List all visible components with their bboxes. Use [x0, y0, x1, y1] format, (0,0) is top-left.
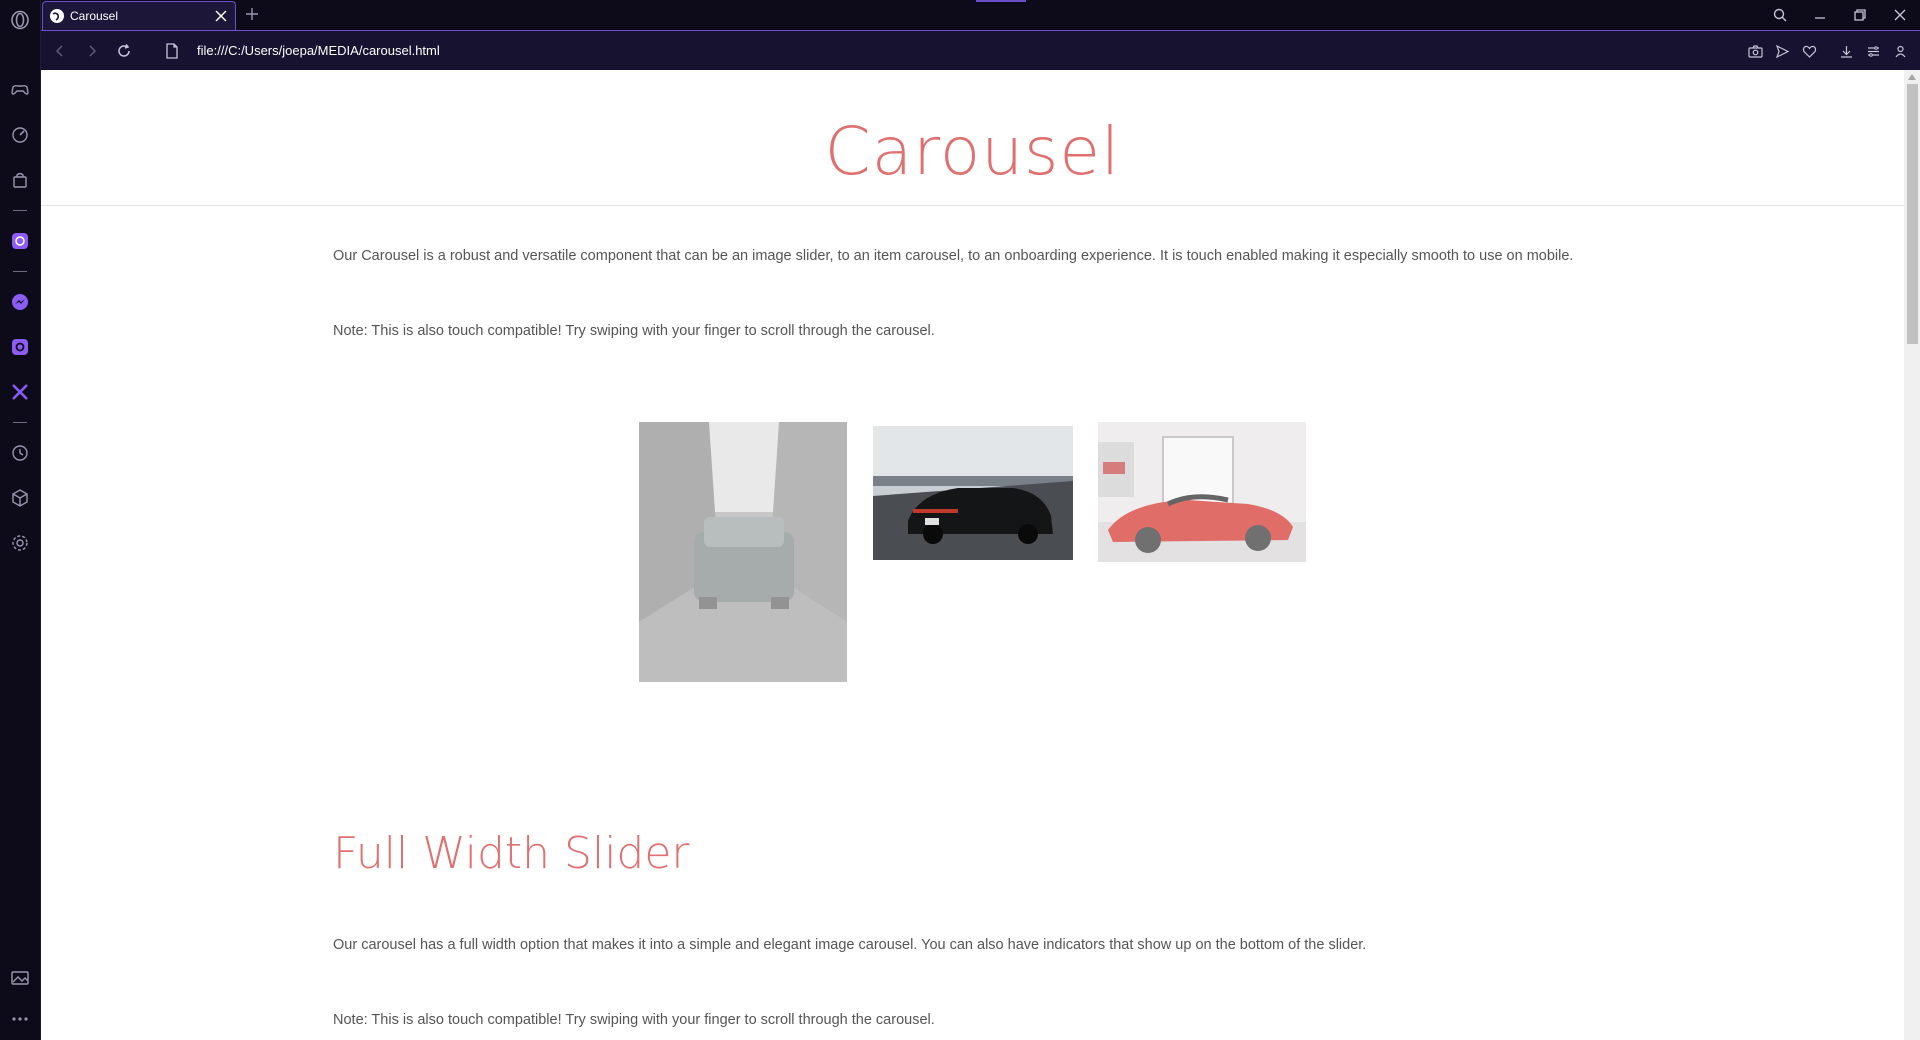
- intro-paragraph: Our Carousel is a robust and versatile c…: [333, 248, 1574, 264]
- x-twitter-icon[interactable]: [8, 380, 32, 404]
- scrollbar-thumb[interactable]: [1907, 84, 1918, 344]
- tab-bar-indicator: [976, 0, 1026, 2]
- carousel-item-red-car[interactable]: [1098, 422, 1306, 562]
- aria-icon[interactable]: [8, 229, 32, 253]
- settings-icon[interactable]: [8, 531, 32, 555]
- sidebar: [0, 0, 41, 1040]
- profile-icon[interactable]: [1887, 41, 1914, 61]
- minimize-icon[interactable]: [1800, 0, 1840, 30]
- search-icon[interactable]: [1760, 0, 1800, 30]
- page-title: Carousel: [824, 113, 1121, 190]
- extensions-icon[interactable]: [8, 486, 32, 510]
- speed-dial-icon[interactable]: [8, 123, 32, 147]
- carousel-item-black-car[interactable]: [873, 426, 1073, 560]
- close-window-icon[interactable]: [1880, 0, 1920, 30]
- url-field[interactable]: file:///C:/Users/joepa/MEDIA/carousel.ht…: [197, 43, 440, 58]
- history-icon[interactable]: [8, 441, 32, 465]
- sidebar-separator: [13, 271, 27, 272]
- note-paragraph: Note: This is also touch compatible! Try…: [333, 323, 935, 339]
- snapshot-icon[interactable]: [1742, 41, 1769, 61]
- messenger-icon[interactable]: [8, 290, 32, 314]
- instagram-icon[interactable]: [8, 335, 32, 359]
- heart-icon[interactable]: [1796, 41, 1823, 61]
- address-bar: file:///C:/Users/joepa/MEDIA/carousel.ht…: [41, 30, 1920, 70]
- globe-icon: [50, 9, 64, 23]
- restore-icon[interactable]: [1840, 0, 1880, 30]
- gamepad-icon[interactable]: [8, 78, 32, 102]
- note-paragraph-2: Note: This is also touch compatible! Try…: [333, 1012, 935, 1028]
- scroll-up-icon[interactable]: [1908, 74, 1916, 80]
- tab-title: Carousel: [70, 9, 119, 23]
- gallery-icon[interactable]: [8, 966, 32, 990]
- section-title-full-width-slider: Full Width Slider: [333, 828, 690, 879]
- sidebar-separator: [13, 210, 27, 211]
- file-icon: [164, 42, 180, 60]
- sidebar-separator: [13, 422, 27, 423]
- send-icon[interactable]: [1769, 41, 1796, 61]
- forward-icon[interactable]: [82, 41, 102, 61]
- toolbar-actions: [1742, 41, 1914, 61]
- carousel-item-grey-car[interactable]: [639, 422, 847, 682]
- download-icon[interactable]: [1833, 41, 1860, 61]
- page-viewport: Carousel Our Carousel is a robust and ve…: [41, 70, 1920, 1040]
- reload-icon[interactable]: [114, 41, 134, 61]
- easy-setup-icon[interactable]: [1860, 41, 1887, 61]
- back-icon[interactable]: [50, 41, 70, 61]
- scrollbar[interactable]: [1904, 70, 1920, 1040]
- shopping-icon[interactable]: [8, 168, 32, 192]
- tab-bar: Carousel: [41, 0, 1920, 30]
- window-controls: [1760, 0, 1920, 30]
- tab-carousel[interactable]: Carousel: [42, 1, 236, 30]
- full-width-paragraph: Our carousel has a full width option tha…: [333, 937, 1367, 953]
- header-divider: [41, 205, 1904, 206]
- carousel[interactable]: [41, 422, 1904, 715]
- more-icon[interactable]: [8, 1007, 32, 1031]
- opera-logo-icon[interactable]: [8, 8, 32, 32]
- new-tab-icon[interactable]: [242, 4, 262, 24]
- close-tab-icon[interactable]: [211, 6, 231, 26]
